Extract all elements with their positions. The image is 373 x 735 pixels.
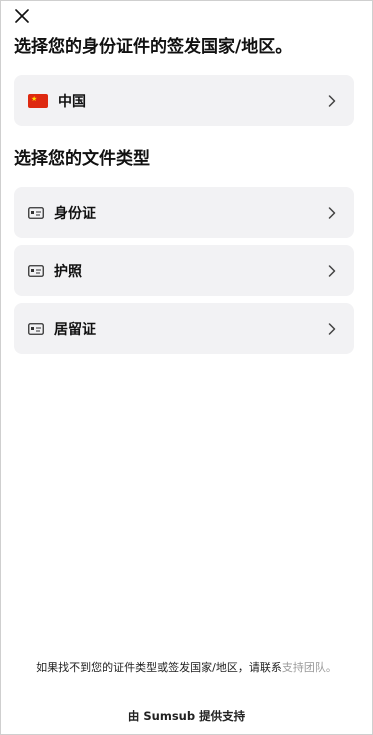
close-icon [15,9,29,23]
close-button[interactable] [12,6,32,26]
chevron-right-icon [328,206,338,220]
country-section-title: 选择您的身份证件的签发国家/地区。 [14,37,293,57]
country-selector[interactable]: ★ 中国 [14,75,354,126]
document-type-residence-permit[interactable]: 居留证 [14,303,354,354]
document-type-label: 身份证 [54,205,96,222]
document-section-title: 选择您的文件类型 [14,149,150,169]
id-card-icon [28,322,44,335]
document-type-id-card[interactable]: 身份证 [14,187,354,238]
support-link[interactable]: 支持团队。 [282,661,337,674]
document-type-label: 居留证 [54,321,96,338]
chevron-right-icon [328,94,338,108]
id-card-icon [28,264,44,277]
country-label: 中国 [58,93,86,110]
china-flag-icon: ★ [28,93,48,108]
help-message: 如果找不到您的证件类型或签发国家/地区，请联系 [36,661,282,674]
help-text: 如果找不到您的证件类型或签发国家/地区，请联系支持团队。 [22,659,351,677]
id-card-icon [28,206,44,219]
powered-by: 由 Sumsub 提供支持 [127,709,246,723]
chevron-right-icon [328,322,338,336]
document-type-label: 护照 [54,263,82,280]
chevron-right-icon [328,264,338,278]
document-type-passport[interactable]: 护照 [14,245,354,296]
